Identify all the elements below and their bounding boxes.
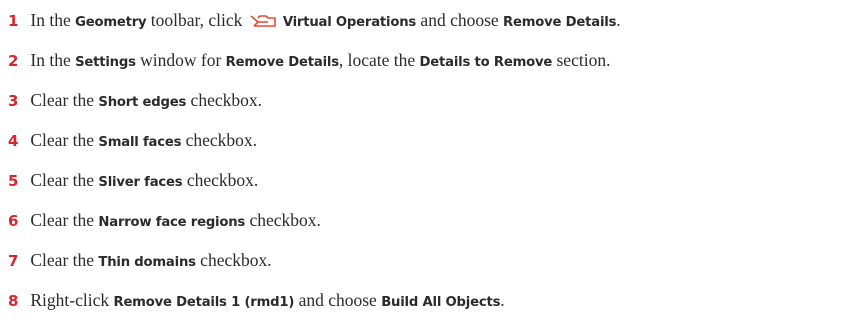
step-text: . <box>616 10 621 30</box>
section-name: Details to Remove <box>419 55 553 70</box>
step-number: 8 <box>8 292 19 310</box>
checkbox-name: Thin domains <box>98 255 196 270</box>
step-number: 5 <box>8 172 19 190</box>
step-text: Clear the <box>30 250 99 270</box>
step-text: window for <box>135 50 226 70</box>
step-2: 2 In the Settings window for Remove Deta… <box>8 45 610 75</box>
step-1: 1 In the Geometry toolbar, click Virtual… <box>8 5 621 35</box>
step-text: . <box>500 290 505 310</box>
step-number: 2 <box>8 52 19 70</box>
step-text: Clear the <box>30 90 99 110</box>
checkbox-name: Narrow face regions <box>98 215 246 230</box>
virtual-operations-icon <box>249 8 279 38</box>
step-text: toolbar, click <box>146 10 247 30</box>
step-text: In the <box>30 10 76 30</box>
virtual-operations-label: Virtual Operations <box>282 15 417 30</box>
step-text: , locate the <box>338 50 420 70</box>
step-text: and choose <box>294 290 382 310</box>
node-name: Remove Details 1 (rmd1) <box>113 295 295 310</box>
window-name: Settings <box>75 55 136 70</box>
step-text: section. <box>552 50 611 70</box>
checkbox-name: Sliver faces <box>98 175 183 190</box>
step-text: and choose <box>416 10 504 30</box>
step-number: 3 <box>8 92 19 110</box>
step-5: 5 Clear the Sliver faces checkbox. <box>8 165 258 195</box>
step-4: 4 Clear the Small faces checkbox. <box>8 125 257 155</box>
step-number: 1 <box>8 12 19 30</box>
step-8: 8 Right-click Remove Details 1 (rmd1) an… <box>8 285 505 315</box>
checkbox-name: Short edges <box>98 95 187 110</box>
step-text: In the <box>30 50 76 70</box>
step-text: checkbox. <box>181 130 258 150</box>
checkbox-name: Small faces <box>98 135 182 150</box>
step-text: Clear the <box>30 170 99 190</box>
step-number: 4 <box>8 132 19 150</box>
menu-item-name: Remove Details <box>503 15 617 30</box>
step-text: Clear the <box>30 210 99 230</box>
step-text: Clear the <box>30 130 99 150</box>
step-6: 6 Clear the Narrow face regions checkbox… <box>8 205 321 235</box>
step-text: checkbox. <box>182 170 259 190</box>
step-text: checkbox. <box>195 250 272 270</box>
step-text: checkbox. <box>186 90 262 110</box>
menu-item-name: Build All Objects <box>381 295 501 310</box>
step-number: 7 <box>8 252 19 270</box>
step-text: Right-click <box>30 290 114 310</box>
step-7: 7 Clear the Thin domains checkbox. <box>8 245 272 275</box>
toolbar-name: Geometry <box>75 15 147 30</box>
feature-name: Remove Details <box>225 55 339 70</box>
step-3: 3 Clear the Short edges checkbox. <box>8 85 262 115</box>
step-number: 6 <box>8 212 19 230</box>
step-text: checkbox. <box>245 210 321 230</box>
